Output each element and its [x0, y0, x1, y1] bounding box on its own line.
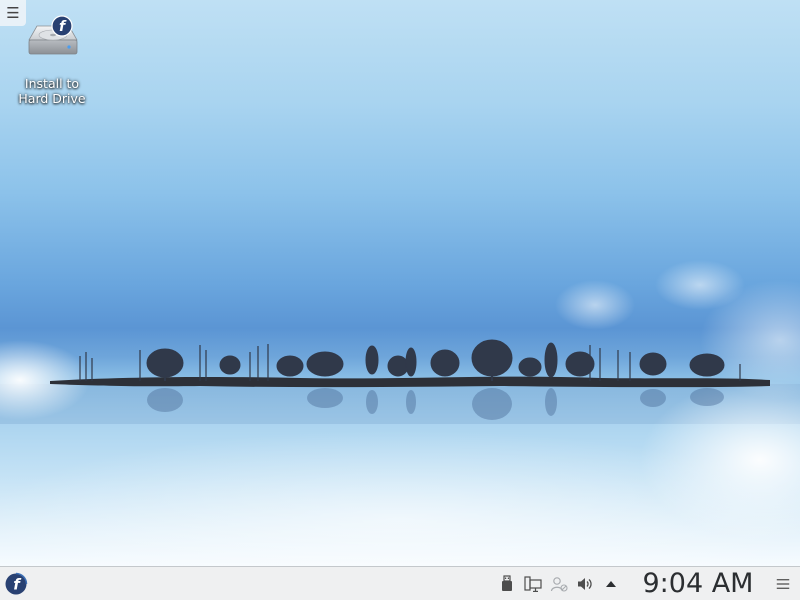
- desktop-icon-install-to-hard-drive[interactable]: f Install to Hard Drive: [10, 14, 94, 106]
- wallpaper: [0, 260, 800, 566]
- network-icon[interactable]: [524, 575, 542, 593]
- bottom-panel: f 9:04 AM: [0, 566, 800, 600]
- desktop-icon-label: Install to Hard Drive: [18, 76, 85, 106]
- usb-device-icon[interactable]: [498, 575, 516, 593]
- digital-clock[interactable]: 9:04 AM: [630, 567, 766, 600]
- hamburger-menu-icon: [776, 579, 790, 589]
- volume-icon[interactable]: [576, 575, 594, 593]
- panel-options-button[interactable]: [774, 575, 792, 593]
- fedora-logo-icon[interactable]: f: [4, 572, 28, 596]
- hard-drive-fedora-icon: f: [28, 15, 78, 55]
- desktop[interactable]: ☰ f Install to Hard Drive: [0, 0, 800, 566]
- expand-tray-icon[interactable]: [602, 575, 620, 593]
- desktop-icon-label-line1: Install to: [24, 76, 80, 91]
- desktop-icon-label-line2: Hard Drive: [18, 91, 86, 106]
- user-status-icon[interactable]: [550, 575, 568, 593]
